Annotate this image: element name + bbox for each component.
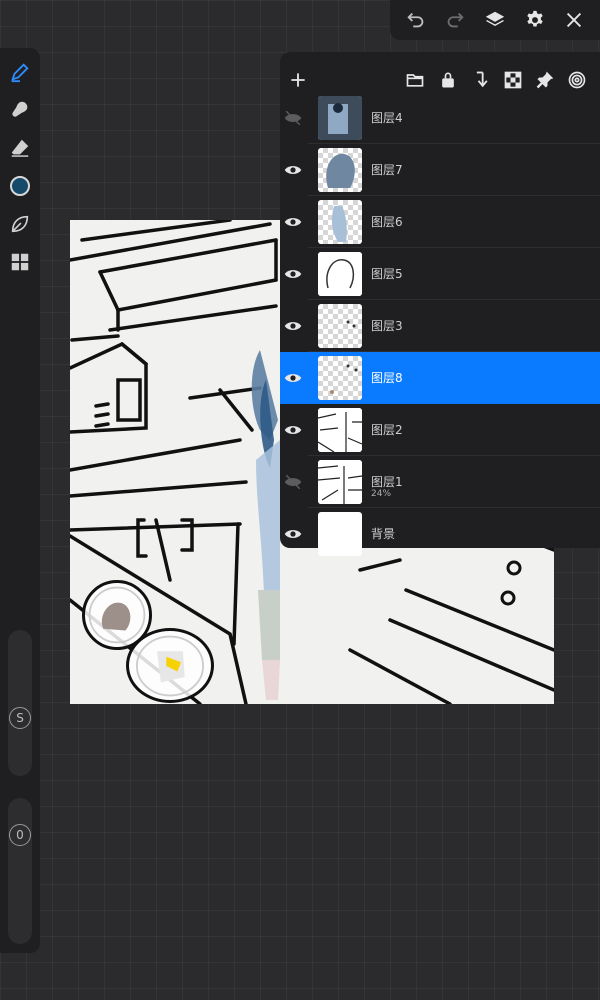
layer-name: 图层2: [371, 423, 403, 437]
layer-thumbnail: [318, 356, 362, 400]
tiles-icon[interactable]: [6, 248, 34, 276]
opacity-slider[interactable]: 0: [8, 798, 32, 944]
eye-hidden-icon[interactable]: [282, 472, 304, 492]
layer-row[interactable]: 图层3: [280, 300, 600, 352]
settings-icon[interactable]: [521, 6, 549, 34]
eye-hidden-icon[interactable]: [282, 108, 304, 128]
layer-row[interactable]: 图层6: [280, 196, 600, 248]
layer-thumbnail: [318, 460, 362, 504]
layer-name: 图层3: [371, 319, 403, 333]
eye-icon[interactable]: [282, 212, 304, 232]
layer-name: 图层6: [371, 215, 403, 229]
cat-icon: [135, 635, 205, 697]
layer-name: 图层7: [371, 163, 403, 177]
layers-panel: 图层4 图层7 图层6 图层5 图层3 图层8 图层2 图层1 24% 背景: [280, 52, 600, 556]
folder-icon[interactable]: [403, 68, 427, 92]
smudge-icon[interactable]: [6, 96, 34, 124]
layer-thumbnail: [318, 408, 362, 452]
add-layer-icon[interactable]: [286, 68, 310, 92]
layer-thumbnail: [318, 304, 362, 348]
eye-icon[interactable]: [282, 420, 304, 440]
eye-icon[interactable]: [282, 316, 304, 336]
layer-row-background[interactable]: 背景: [280, 508, 600, 560]
background-color-swatch: [318, 512, 362, 556]
layer-opacity: 24%: [371, 489, 392, 499]
merge-down-icon[interactable]: [469, 68, 493, 92]
layer-row[interactable]: 图层5: [280, 248, 600, 300]
layer-thumbnail: [318, 96, 362, 140]
eraser-icon[interactable]: [6, 134, 34, 162]
close-icon[interactable]: [560, 6, 588, 34]
layer-name: 图层8: [371, 371, 403, 385]
leaf-icon[interactable]: [6, 210, 34, 238]
sticker-cat[interactable]: [126, 628, 214, 703]
brush-icon[interactable]: [6, 58, 34, 86]
lock-icon[interactable]: [436, 68, 460, 92]
layer-name: 图层1: [371, 475, 403, 489]
size-label: S: [9, 707, 31, 729]
redo-icon[interactable]: [441, 6, 469, 34]
eye-icon[interactable]: [282, 368, 304, 388]
pin-icon[interactable]: [533, 68, 557, 92]
layer-row[interactable]: 图层2: [280, 404, 600, 456]
eye-icon[interactable]: [282, 160, 304, 180]
layer-name: 图层4: [371, 111, 403, 125]
opacity-label: 0: [9, 824, 31, 846]
eye-icon[interactable]: [282, 264, 304, 284]
layer-name: 图层5: [371, 267, 403, 281]
layer-thumbnail: [318, 200, 362, 244]
top-bar: [390, 0, 600, 40]
layers-icon[interactable]: [481, 6, 509, 34]
layer-thumbnail: [318, 252, 362, 296]
color-swatch[interactable]: [6, 172, 34, 200]
checker-icon[interactable]: [501, 68, 525, 92]
brush-size-slider[interactable]: S: [8, 630, 32, 776]
undo-icon[interactable]: [402, 6, 430, 34]
left-toolbar: S 0: [0, 48, 40, 953]
layer-thumbnail: [318, 148, 362, 192]
layer-row[interactable]: 图层1 24%: [280, 456, 600, 508]
layer-name: 背景: [371, 527, 396, 541]
layer-row[interactable]: 图层4: [280, 92, 600, 144]
layer-row[interactable]: 图层7: [280, 144, 600, 196]
eye-icon[interactable]: [282, 524, 304, 544]
layer-row-selected[interactable]: 图层8: [280, 352, 600, 404]
spiral-icon[interactable]: [565, 68, 589, 92]
